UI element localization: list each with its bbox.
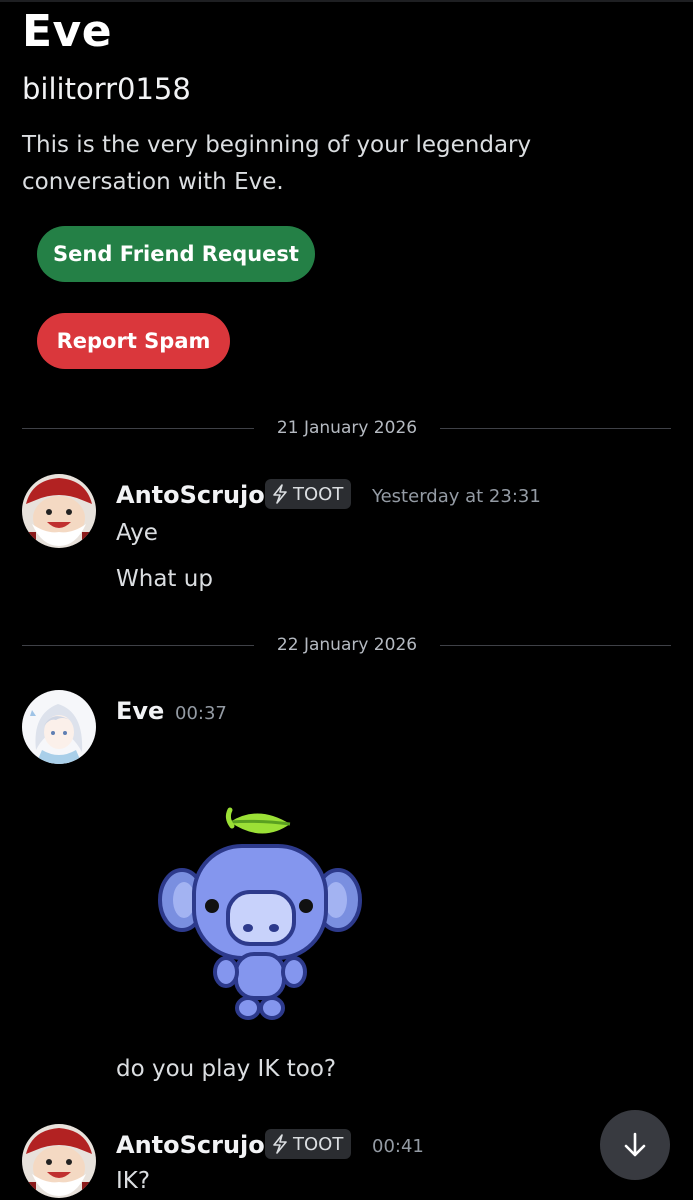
avatar-anime-image <box>22 690 96 764</box>
message-timestamp: 00:37 <box>175 703 227 724</box>
divider-line <box>22 428 254 429</box>
divider-line <box>22 645 254 646</box>
divider-line <box>440 645 671 646</box>
divider-line <box>440 428 671 429</box>
user-tag-badge[interactable]: TOOT <box>265 479 352 509</box>
avatar[interactable] <box>22 474 96 548</box>
conversation-intro: This is the very beginning of your legen… <box>22 132 532 195</box>
profile-username: bilitorr0158 <box>22 72 191 106</box>
user-tag-label: TOOT <box>293 483 344 505</box>
message-timestamp: 00:41 <box>372 1136 424 1157</box>
message-text: What up <box>116 566 213 592</box>
avatar-santa-image <box>22 1124 96 1198</box>
date-divider: 21 January 2026 <box>22 418 671 438</box>
message-text: IK? <box>116 1168 151 1194</box>
message-author[interactable]: AntoScrujo <box>116 481 265 509</box>
avatar[interactable] <box>22 1124 96 1198</box>
message-text: Aye <box>116 520 158 546</box>
lightning-icon <box>273 484 287 504</box>
avatar[interactable] <box>22 690 96 764</box>
profile-display-name: Eve <box>22 6 113 57</box>
scroll-to-bottom-button[interactable] <box>600 1110 670 1180</box>
date-divider-label: 21 January 2026 <box>276 418 418 438</box>
send-friend-request-button[interactable]: Send Friend Request <box>37 226 315 282</box>
date-divider-label: 22 January 2026 <box>276 635 418 655</box>
lightning-icon <box>273 1134 287 1154</box>
user-tag-label: TOOT <box>293 1133 344 1155</box>
wumpus-sticker-image <box>158 807 362 1020</box>
message-timestamp: Yesterday at 23:31 <box>372 486 541 507</box>
message-author[interactable]: AntoScrujo <box>116 1131 265 1159</box>
date-divider: 22 January 2026 <box>22 635 671 655</box>
wumpus-sticker[interactable] <box>150 800 370 1030</box>
top-edge-line <box>0 0 693 2</box>
message-text: do you play IK too? <box>116 1056 337 1082</box>
arrow-down-icon <box>624 1132 646 1157</box>
avatar-santa-image <box>22 474 96 548</box>
report-spam-button[interactable]: Report Spam <box>37 313 230 369</box>
message-author[interactable]: Eve <box>116 697 164 725</box>
user-tag-badge[interactable]: TOOT <box>265 1129 352 1159</box>
